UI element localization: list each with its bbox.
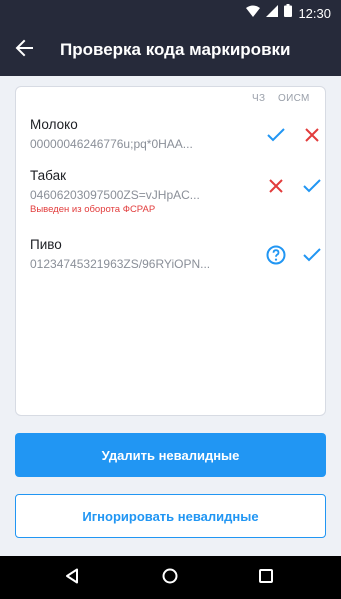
status-time: 12:30 — [298, 5, 331, 21]
column-header-cz: ЧЗ — [252, 93, 266, 104]
triangle-back-icon — [65, 568, 79, 589]
check-icon — [302, 176, 322, 196]
cross-icon — [266, 176, 286, 196]
item-code: 04606203097500ZS=vJHpAC... — [30, 188, 200, 202]
nav-back-button[interactable] — [60, 566, 84, 590]
page-title: Проверка кода маркировки — [60, 40, 291, 59]
list-item: Табак 04606203097500ZS=vJHpAC... Выведен… — [30, 168, 322, 218]
back-button[interactable] — [6, 32, 42, 68]
item-code: 01234745321963ZS/96RYiOPN... — [30, 257, 211, 271]
system-nav-bar — [0, 556, 341, 599]
item-code: 00000046246776u;pq*0HAA... — [30, 137, 193, 151]
wifi-icon — [246, 4, 261, 22]
nav-home-button[interactable] — [158, 566, 182, 590]
signal-icon — [266, 4, 279, 22]
check-icon — [266, 125, 286, 145]
code-check-list: ЧЗ ОИСМ Молоко 00000046246776u;pq*0HAA..… — [15, 86, 326, 416]
item-error-text: Выведен из оборота ФСРАР — [30, 204, 156, 215]
ignore-invalid-button[interactable]: Игнорировать невалидные — [15, 494, 326, 538]
status-bar: 12:30 — [0, 0, 341, 24]
square-recents-icon — [259, 568, 273, 588]
cross-icon — [302, 125, 322, 145]
help-icon[interactable] — [266, 245, 286, 265]
item-name: Пиво — [30, 237, 62, 252]
circle-home-icon — [162, 568, 178, 589]
list-item: Молоко 00000046246776u;pq*0HAA... — [30, 117, 322, 167]
item-name: Молоко — [30, 117, 78, 132]
arrow-back-icon — [15, 39, 33, 62]
check-icon — [302, 245, 322, 265]
nav-recents-button[interactable] — [254, 566, 278, 590]
status-icons: 12:30 — [246, 4, 331, 22]
app-bar: Проверка кода маркировки — [0, 24, 341, 76]
list-item: Пиво 01234745321963ZS/96RYiOPN... — [30, 237, 322, 287]
column-header-oism: ОИСМ — [278, 93, 310, 104]
delete-invalid-button[interactable]: Удалить невалидные — [15, 433, 326, 477]
item-name: Табак — [30, 168, 66, 183]
battery-icon — [284, 4, 293, 22]
